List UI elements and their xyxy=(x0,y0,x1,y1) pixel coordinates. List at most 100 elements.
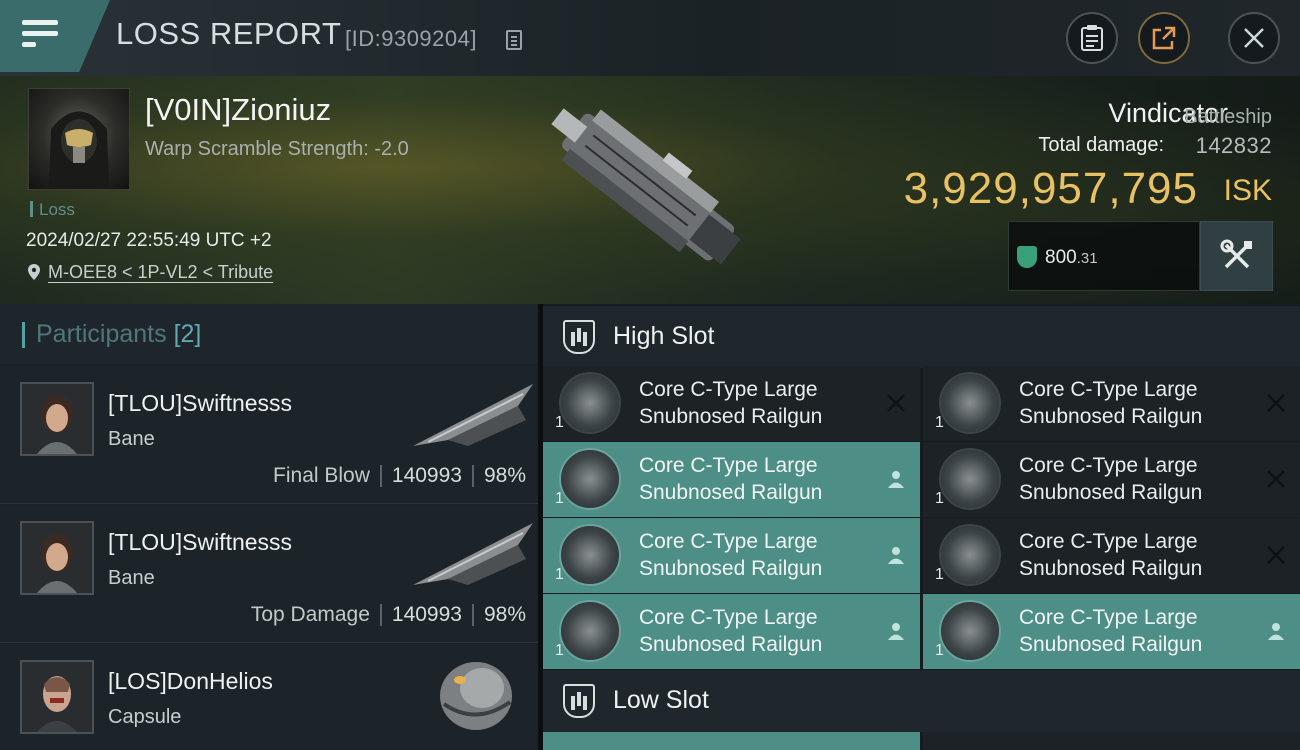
participant-row[interactable]: [TLOU]Swiftnesss Bane Top Damage 140993 … xyxy=(0,505,538,643)
destroyed-x-icon xyxy=(1267,470,1285,488)
bane-ship-image xyxy=(413,523,533,585)
capsule-image xyxy=(440,662,512,730)
menu-button[interactable] xyxy=(0,0,110,72)
destroyed-x-icon xyxy=(887,394,905,412)
module-name: Core C-Type Large Snubnosed Railgun xyxy=(1019,378,1203,428)
isk-unit: ISK xyxy=(1223,174,1272,207)
dropped-person-icon xyxy=(888,471,904,488)
module-item-partial[interactable] xyxy=(543,732,920,750)
share-button[interactable] xyxy=(1138,12,1190,64)
participant-percent: 98% xyxy=(483,603,526,626)
divider xyxy=(471,604,474,626)
participant-tag: Final Blow xyxy=(273,464,370,487)
module-item[interactable]: 1 Core C-Type Large Snubnosed Railgun xyxy=(923,442,1300,517)
module-quantity: 1 xyxy=(935,414,944,431)
bane-ship-image xyxy=(413,384,533,446)
divider xyxy=(379,604,382,626)
module-item[interactable]: 1 Core C-Type Large Snubnosed Railgun xyxy=(543,594,920,669)
location-link[interactable]: M-OEE8 < 1P-VL2 < Tribute xyxy=(48,262,273,282)
loss-summary: [V0IN]Zioniuz Warp Scramble Strength: -2… xyxy=(0,76,1300,304)
dropped-person-icon xyxy=(888,623,904,640)
railgun-icon xyxy=(559,372,621,434)
total-damage-value: 142832 xyxy=(1195,133,1272,158)
module-quantity: 1 xyxy=(555,414,564,431)
module-item[interactable]: 1 Core C-Type Large Snubnosed Railgun xyxy=(543,366,920,441)
loss-status: Loss xyxy=(30,200,75,220)
module-quantity: 1 xyxy=(555,642,564,659)
stat-badge-icon xyxy=(1017,246,1037,268)
participant-tag: Top Damage xyxy=(250,603,370,626)
module-name: Core C-Type Large Snubnosed Railgun xyxy=(1019,606,1203,656)
participants-title: Participants [2] xyxy=(36,320,202,348)
participant-damage: 140993 xyxy=(391,464,462,487)
participant-percent: 98% xyxy=(483,464,526,487)
module-quantity: 1 xyxy=(935,490,944,507)
divider xyxy=(471,465,474,487)
page-title: LOSS REPORT xyxy=(116,16,342,51)
participant-ship: Capsule xyxy=(108,706,182,728)
participant-avatar[interactable] xyxy=(20,660,94,734)
location-pin-icon xyxy=(28,264,40,280)
railgun-icon xyxy=(939,372,1001,434)
total-damage-label: Total damage: xyxy=(1038,134,1164,156)
warp-scramble-strength: Warp Scramble Strength: -2.0 xyxy=(145,138,409,160)
railgun-icon xyxy=(559,524,621,586)
module-item[interactable]: 1 Core C-Type Large Snubnosed Railgun xyxy=(923,366,1300,441)
ship-stat-box: 800.31 xyxy=(1008,221,1200,291)
participant-ship: Bane xyxy=(108,567,155,589)
divider xyxy=(379,465,382,487)
victim-avatar[interactable] xyxy=(28,88,130,190)
low-slot-label: Low Slot xyxy=(613,686,709,714)
module-item[interactable]: 1 Core C-Type Large Snubnosed Railgun xyxy=(543,442,920,517)
module-item[interactable]: 1 Core C-Type Large Snubnosed Railgun xyxy=(923,518,1300,593)
module-quantity: 1 xyxy=(935,566,944,583)
top-bar: LOSS REPORT [ID:9309204] xyxy=(0,0,1300,76)
participant-stats: Top Damage 140993 98% xyxy=(251,603,526,627)
fitting-button[interactable] xyxy=(1200,221,1273,291)
high-slot-label: High Slot xyxy=(613,322,715,350)
close-icon xyxy=(1244,28,1264,48)
participant-row[interactable]: [TLOU]Swiftnesss Bane Final Blow 140993 … xyxy=(0,366,538,504)
ship-class: Battleship xyxy=(1184,106,1272,128)
participant-damage: 140993 xyxy=(391,603,462,626)
railgun-icon xyxy=(939,448,1001,510)
module-item[interactable]: 1 Core C-Type Large Snubnosed Railgun xyxy=(923,594,1300,669)
high-slot-icon xyxy=(563,320,595,354)
participant-name[interactable]: [TLOU]Swiftnesss xyxy=(108,529,292,556)
participant-name[interactable]: [LOS]DonHelios xyxy=(108,668,273,695)
participants-header: Participants [2] xyxy=(0,304,538,364)
isk-value: 3,929,957,795 xyxy=(903,164,1198,213)
clipboard-icon xyxy=(1081,25,1103,51)
railgun-icon xyxy=(939,524,1001,586)
participant-stats: Final Blow 140993 98% xyxy=(273,464,526,488)
loss-location[interactable]: M-OEE8 < 1P-VL2 < Tribute xyxy=(28,262,273,283)
dropped-person-icon xyxy=(1268,623,1284,640)
participants-panel[interactable]: Participants [2] [TLOU]Swiftnesss Bane F… xyxy=(0,304,538,750)
module-item-partial[interactable] xyxy=(923,732,1300,750)
copy-icon[interactable] xyxy=(506,30,522,50)
female-pilot-portrait xyxy=(22,384,92,454)
module-name: Core C-Type Large Snubnosed Railgun xyxy=(1019,454,1203,504)
participant-avatar[interactable] xyxy=(20,521,94,595)
module-name: Core C-Type Large Snubnosed Railgun xyxy=(1019,530,1203,580)
fitting-panel[interactable]: High Slot 1 Core C-Type Large Snubnosed R… xyxy=(543,304,1300,750)
loss-datetime: 2024/02/27 22:55:49 UTC +2 xyxy=(26,230,272,251)
report-id: [ID:9309204] xyxy=(345,26,477,51)
participant-name[interactable]: [TLOU]Swiftnesss xyxy=(108,390,292,417)
close-button[interactable] xyxy=(1228,12,1280,64)
low-slot-header: Low Slot xyxy=(543,670,1300,732)
participant-ship: Bane xyxy=(108,428,155,450)
victim-name[interactable]: [V0IN]Zioniuz xyxy=(145,92,331,128)
participant-avatar[interactable] xyxy=(20,382,94,456)
female-pilot-portrait xyxy=(22,523,92,593)
module-item[interactable]: 1 Core C-Type Large Snubnosed Railgun xyxy=(543,518,920,593)
wrench-screwdriver-icon xyxy=(1220,239,1252,269)
cyborg-pilot-portrait xyxy=(22,662,92,732)
participant-row[interactable]: [LOS]DonHelios Capsule xyxy=(0,644,538,750)
clipboard-button[interactable] xyxy=(1066,12,1118,64)
hooded-pilot-portrait xyxy=(49,111,109,189)
module-quantity: 1 xyxy=(555,490,564,507)
module-name: Core C-Type Large Snubnosed Railgun xyxy=(639,378,823,428)
destroyed-x-icon xyxy=(1267,394,1285,412)
vindicator-ship-image xyxy=(551,108,741,265)
